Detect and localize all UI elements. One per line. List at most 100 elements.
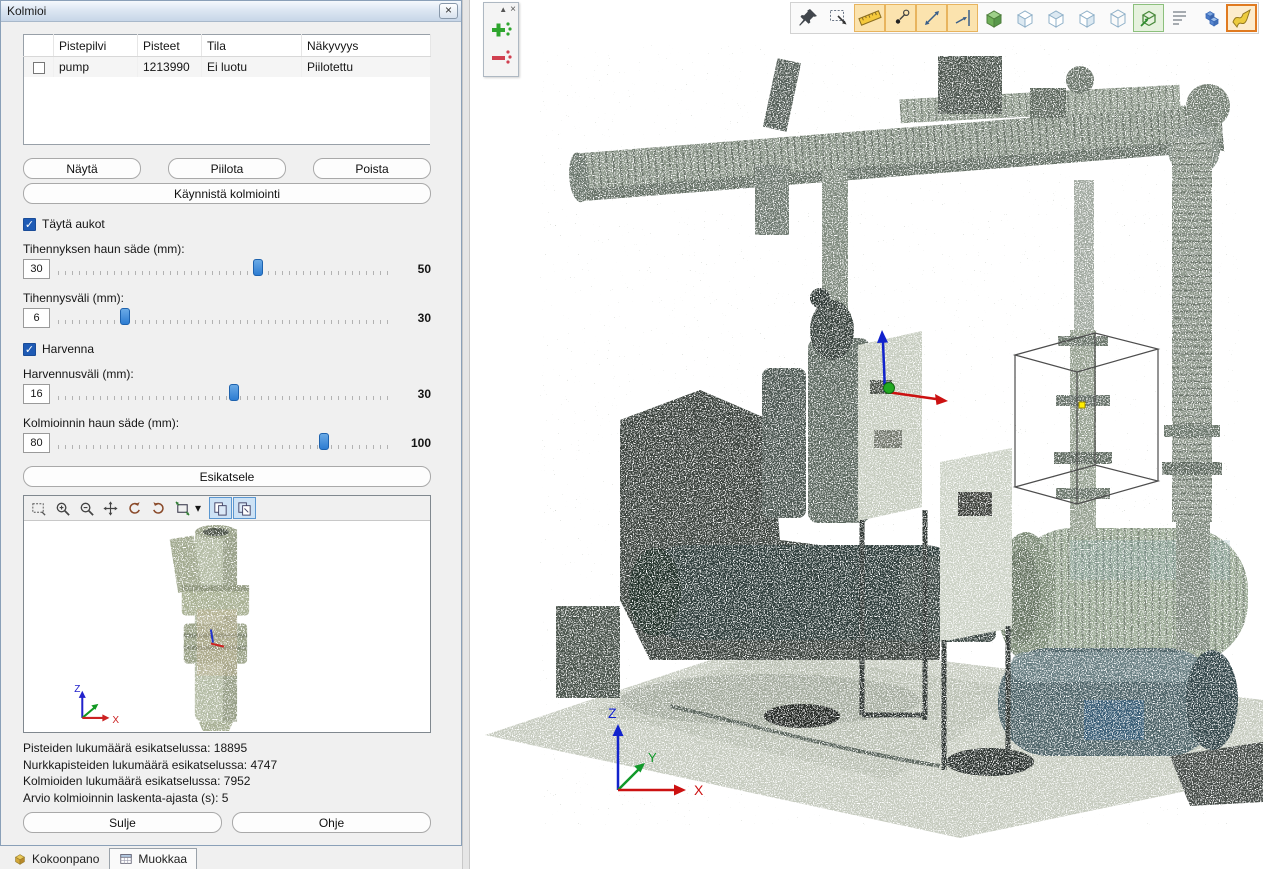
remove-points-icon <box>489 46 513 70</box>
preview-toolbar: ▾ <box>24 496 430 521</box>
zoom-window-icon[interactable] <box>27 497 50 519</box>
slider-thumb[interactable] <box>120 308 130 325</box>
col-tila: Tila <box>202 35 302 57</box>
selected-point-marker[interactable] <box>1079 402 1085 408</box>
edit-sheet-icon <box>119 852 133 866</box>
col-pisteet: Pisteet <box>138 35 202 57</box>
delete-button[interactable]: Poista <box>313 158 431 179</box>
assembly-icon <box>13 852 27 866</box>
fit-view-dropdown[interactable]: ▾ <box>195 501 201 515</box>
clip-cube-icon[interactable] <box>978 4 1009 32</box>
show-button[interactable]: Näytä <box>23 158 141 179</box>
stat-estimate: Arvio kolmioinnin laskenta-ajasta (s): 5 <box>23 790 431 807</box>
col-nakyvyys: Näkyvyys <box>302 35 431 57</box>
measure-point-icon[interactable] <box>885 4 916 32</box>
preview-render: Z X <box>24 521 430 732</box>
dialog-close-button[interactable]: × <box>439 3 458 19</box>
fit-view-icon[interactable] <box>171 497 194 519</box>
slider-max-label: 100 <box>399 436 431 450</box>
view-cube-2-icon[interactable] <box>1040 4 1071 32</box>
pin-icon[interactable] <box>792 4 823 32</box>
densify-spacing-slider: 6 30 <box>23 307 431 329</box>
preview-axis-triad: Z X <box>74 684 119 726</box>
slider-track[interactable] <box>58 432 391 454</box>
stat-corners: Nurkkapisteiden lukumäärä esikatselussa:… <box>23 757 431 774</box>
palette-header: ▲ × <box>486 4 516 15</box>
stats-block: Pisteiden lukumäärä esikatselussa: 18895… <box>23 740 431 806</box>
rotate-ccw-icon[interactable] <box>123 497 146 519</box>
cell-visibility: Piilotettu <box>302 57 431 77</box>
remove-points-button[interactable] <box>488 45 514 71</box>
zoom-in-icon[interactable] <box>51 497 74 519</box>
pan-icon[interactable] <box>99 497 122 519</box>
preview-button[interactable]: Esikatsele <box>23 466 431 487</box>
clip-box-icon[interactable] <box>1133 4 1164 32</box>
view-cube-4-icon[interactable] <box>1102 4 1133 32</box>
zoom-area-icon[interactable] <box>823 4 854 32</box>
table-header-row: Pistepilvi Pisteet Tila Näkyvyys <box>24 35 431 57</box>
thin-spacing-label: Harvennusväli (mm): <box>23 367 431 381</box>
measure-distance-icon[interactable] <box>916 4 947 32</box>
rotate-cw-icon[interactable] <box>147 497 170 519</box>
triangulation-radius-label: Kolmioinnin haun säde (mm): <box>23 416 431 430</box>
dialog-titlebar[interactable]: Kolmioi × <box>1 1 461 22</box>
preview-z-label: Z <box>74 684 80 695</box>
preview-canvas[interactable]: Z X <box>24 521 430 732</box>
kolmioi-dialog: Kolmioi × Pistepilvi Pisteet Tila Näkyvy… <box>0 0 462 846</box>
copy-view-icon[interactable] <box>209 497 232 519</box>
cell-state: Ei luotu <box>202 57 302 77</box>
slider-max-label: 30 <box>399 387 431 401</box>
add-points-button[interactable] <box>488 17 514 43</box>
zoom-out-icon[interactable] <box>75 497 98 519</box>
stat-points: Pisteiden lukumäärä esikatselussa: 18895 <box>23 740 431 757</box>
palette-close-button[interactable]: × <box>510 5 516 14</box>
slider-thumb[interactable] <box>319 433 329 450</box>
left-pane: Kolmioi × Pistepilvi Pisteet Tila Näkyvy… <box>0 0 462 869</box>
thin-checkbox[interactable]: ✓ Harvenna <box>23 342 94 356</box>
cell-points: 1213990 <box>138 57 202 77</box>
slider-max-label: 30 <box>399 311 431 325</box>
dialog-footer-buttons: Sulje Ohje <box>23 812 431 833</box>
point-cloud-view[interactable]: Z Y X <box>470 0 1263 869</box>
axis-z-label: Z <box>608 705 617 721</box>
viewport-3d[interactable]: ▲ × <box>470 0 1263 869</box>
view-cube-3-icon[interactable] <box>1071 4 1102 32</box>
tab-muokkaa[interactable]: Muokkaa <box>109 848 197 869</box>
slider-track[interactable] <box>58 307 391 329</box>
slider-track[interactable] <box>58 383 391 405</box>
pane-splitter[interactable] <box>462 0 470 869</box>
slider-thumb[interactable] <box>253 259 263 276</box>
row-checkbox[interactable] <box>33 62 45 74</box>
stat-triangles: Kolmioiden lukumäärä esikatselussa: 7952 <box>23 773 431 790</box>
add-points-icon <box>489 18 513 42</box>
close-button[interactable]: Sulje <box>23 812 222 833</box>
table-row[interactable]: pump 1213990 Ei luotu Piilotettu <box>24 57 431 77</box>
slider-value-input[interactable]: 6 <box>23 308 50 328</box>
slider-value-input[interactable]: 16 <box>23 384 50 404</box>
slider-value-input[interactable]: 80 <box>23 433 50 453</box>
copy-view-alt-icon[interactable] <box>233 497 256 519</box>
dialog-body: Pistepilvi Pisteet Tila Näkyvyys pump 12… <box>1 22 461 845</box>
surface-tool-icon[interactable] <box>1226 4 1257 32</box>
bottom-tabstrip: Kokoonpano Muokkaa <box>0 846 462 869</box>
app-window: Kolmioi × Pistepilvi Pisteet Tila Näkyvy… <box>0 0 1263 869</box>
measure-ruler-icon[interactable] <box>854 4 885 32</box>
start-triangulation-button[interactable]: Käynnistä kolmiointi <box>23 183 431 204</box>
point-cloud-layers-icon[interactable] <box>1195 4 1226 32</box>
palette-collapse-icon[interactable]: ▲ <box>499 5 507 14</box>
col-pistepilvi: Pistepilvi <box>54 35 138 57</box>
slider-value-input[interactable]: 30 <box>23 259 50 279</box>
tab-label: Kokoonpano <box>32 852 99 866</box>
checkbox-check-icon: ✓ <box>23 218 36 231</box>
table-actions: Näytä Piilota Poista <box>23 158 431 179</box>
fill-holes-checkbox[interactable]: ✓ Täytä aukot <box>23 217 105 231</box>
notes-icon[interactable] <box>1164 4 1195 32</box>
hide-button[interactable]: Piilota <box>168 158 286 179</box>
view-cube-1-icon[interactable] <box>1009 4 1040 32</box>
slider-track[interactable] <box>58 258 391 280</box>
measure-angle-icon[interactable] <box>947 4 978 32</box>
tab-kokoonpano[interactable]: Kokoonpano <box>3 848 109 869</box>
slider-max-label: 50 <box>399 262 431 276</box>
slider-thumb[interactable] <box>229 384 239 401</box>
help-button[interactable]: Ohje <box>232 812 431 833</box>
